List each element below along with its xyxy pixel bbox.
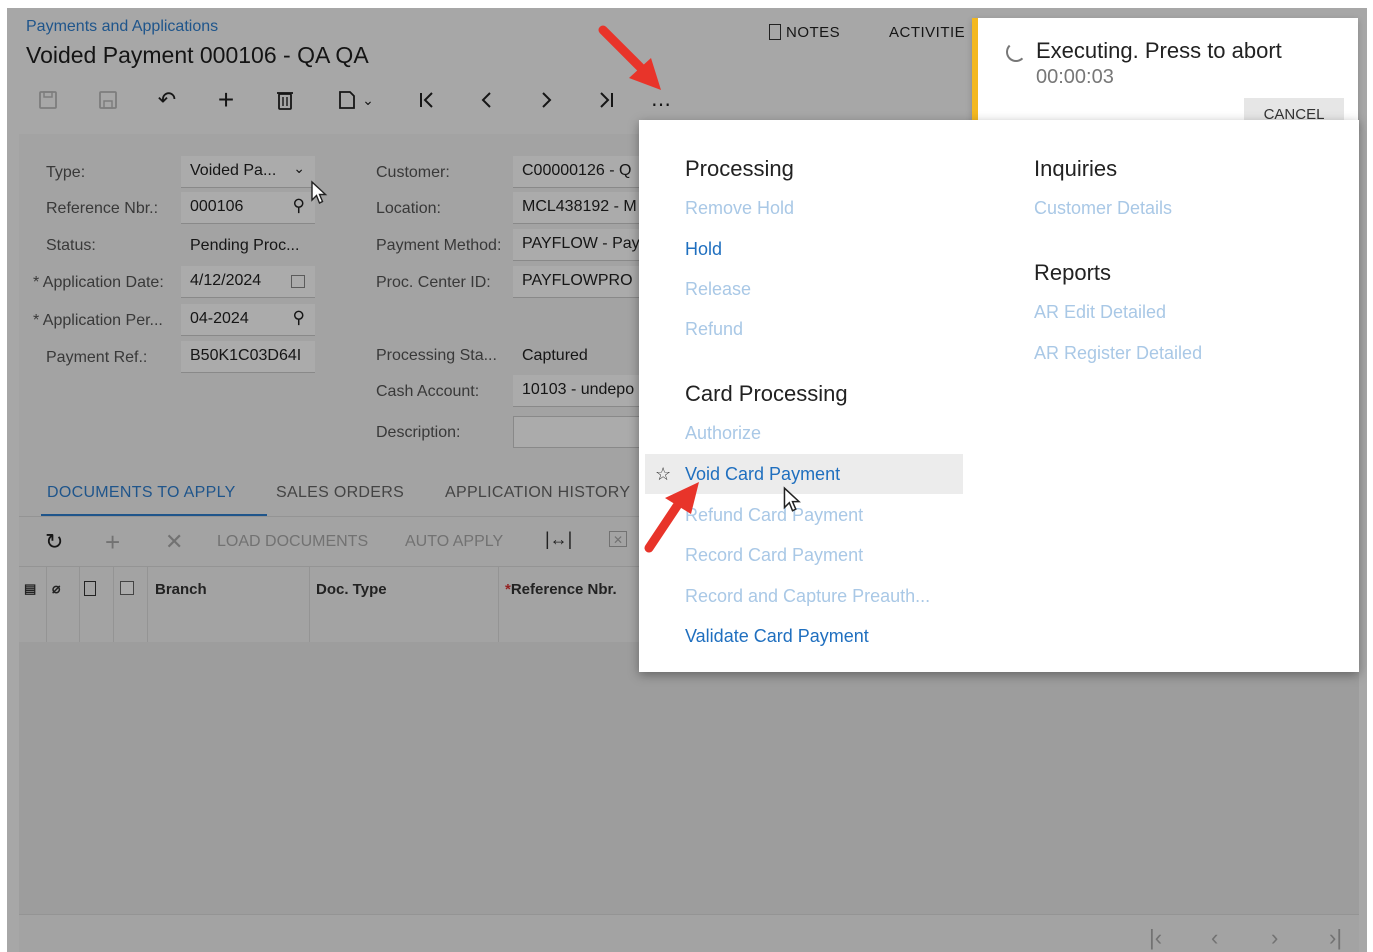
menu-item-remove-hold[interactable]: Remove Hold <box>685 198 794 219</box>
menu-item-record-card-payment[interactable]: Record Card Payment <box>685 545 863 566</box>
menu-item-refund[interactable]: Refund <box>685 319 743 340</box>
menu-item-release[interactable]: Release <box>685 279 751 300</box>
mouse-cursor-icon <box>783 486 801 512</box>
menu-item-ar-register-detailed[interactable]: AR Register Detailed <box>1034 343 1202 364</box>
menu-item-hold[interactable]: Hold <box>685 239 722 260</box>
menu-item-refund-card-payment[interactable]: Refund Card Payment <box>685 505 863 526</box>
mouse-cursor-icon <box>311 180 328 204</box>
menu-section-reports: Reports <box>1034 260 1112 285</box>
menu-section-processing: Processing <box>685 156 794 181</box>
menu-item-void-card-payment[interactable]: Void Card Payment <box>685 464 840 485</box>
menu-item-ar-edit-detailed[interactable]: AR Edit Detailed <box>1034 302 1166 323</box>
spinner-icon <box>1006 42 1026 62</box>
executing-toast[interactable]: Executing. Press to abort 00:00:03 CANCE… <box>972 18 1358 128</box>
toast-message: Executing. Press to abort <box>1036 38 1282 63</box>
toast-timer: 00:00:03 <box>1036 66 1114 88</box>
more-actions-menu: Processing Remove Hold Hold Release Refu… <box>639 120 1359 672</box>
annotation-arrow-icon <box>598 25 661 90</box>
menu-item-record-and-capture-preauth[interactable]: Record and Capture Preauth... <box>685 586 930 607</box>
menu-item-customer-details[interactable]: Customer Details <box>1034 198 1172 219</box>
app-frame: Payments and Applications Voided Payment… <box>7 8 1367 952</box>
menu-section-card-processing: Card Processing <box>685 381 848 406</box>
menu-item-authorize[interactable]: Authorize <box>685 423 761 444</box>
annotation-arrow-icon <box>644 482 699 553</box>
menu-section-inquiries: Inquiries <box>1034 156 1118 181</box>
menu-item-validate-card-payment[interactable]: Validate Card Payment <box>685 626 869 647</box>
